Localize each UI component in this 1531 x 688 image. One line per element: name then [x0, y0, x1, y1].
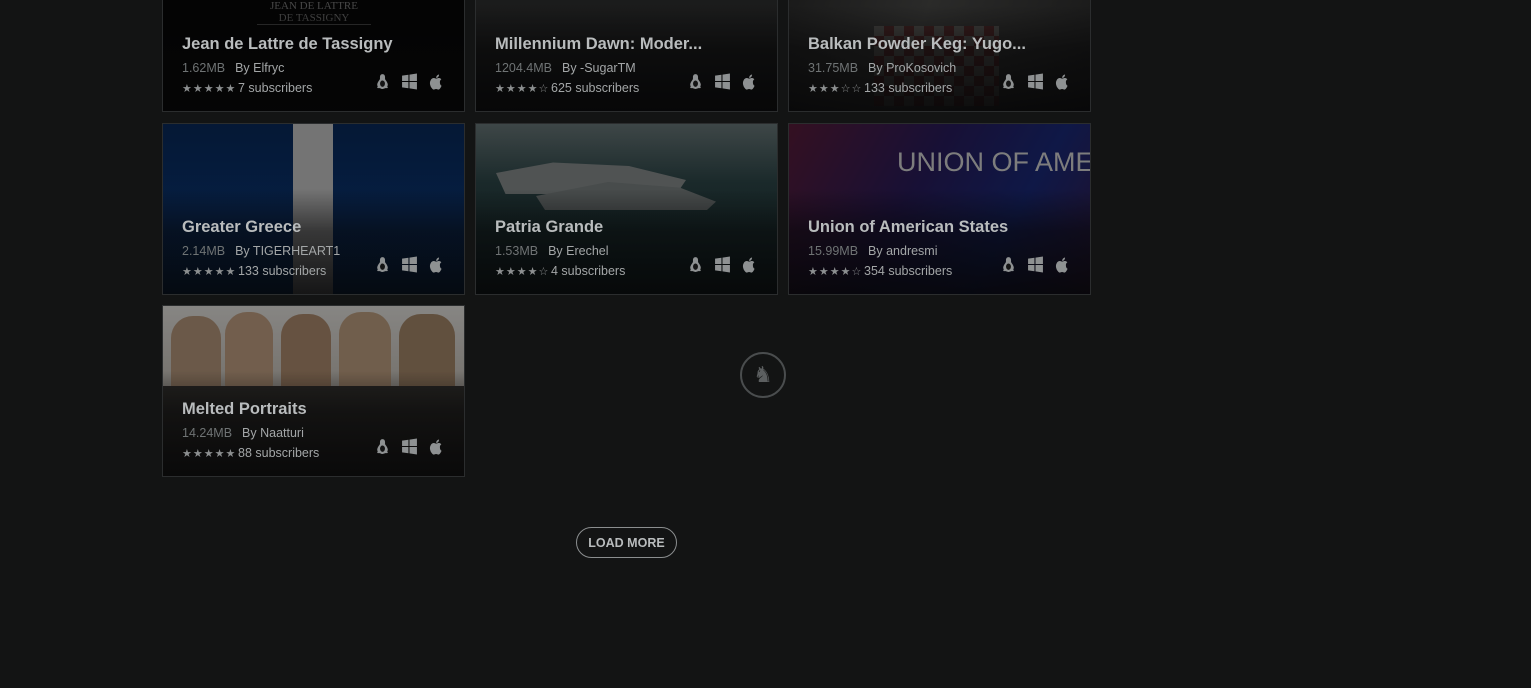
mod-title[interactable]: Jean de Lattre de Tassigny — [182, 35, 393, 54]
mod-subscribers: 7 subscribers — [238, 81, 313, 95]
apple-icon — [741, 256, 758, 273]
mod-info: Jean de Lattre de Tassigny 1.62MB By Elfr… — [182, 33, 450, 111]
os-icons — [374, 73, 445, 90]
mod-author[interactable]: By -SugarTM — [562, 61, 636, 75]
mod-info: Union of American States 15.99MB By andre… — [808, 216, 1076, 294]
mod-rating: ★★★★☆ — [495, 83, 550, 95]
windows-icon — [1027, 256, 1044, 273]
mod-author[interactable]: By TIGERHEART1 — [235, 244, 340, 258]
mod-size: 14.24MB — [182, 426, 233, 440]
mod-author[interactable]: By Elfryc — [235, 61, 284, 75]
windows-icon — [714, 73, 731, 90]
mod-subscribers: 4 subscribers — [551, 264, 626, 278]
loading-spinner-icon: ♞ — [740, 352, 786, 398]
mod-info: Greater Greece 2.14MB By TIGERHEART1 ★★★★… — [182, 216, 450, 294]
mod-card[interactable]: Millennium Dawn: Moder... 1204.4MB By -Su… — [475, 0, 778, 112]
os-icons — [1000, 256, 1071, 273]
mod-info: Balkan Powder Keg: Yugo... 31.75MB By Pro… — [808, 33, 1076, 111]
linux-icon — [374, 256, 391, 273]
mod-author[interactable]: By ProKosovich — [868, 61, 956, 75]
mod-card[interactable]: Greater Greece 2.14MB By TIGERHEART1 ★★★★… — [162, 123, 465, 295]
apple-icon — [428, 73, 445, 90]
mod-size: 2.14MB — [182, 244, 226, 258]
os-icons — [374, 256, 445, 273]
mod-title[interactable]: Greater Greece — [182, 218, 301, 237]
apple-icon — [1054, 256, 1071, 273]
os-icons — [1000, 73, 1071, 90]
linux-icon — [1000, 256, 1017, 273]
windows-icon — [401, 256, 418, 273]
mod-size: 1.53MB — [495, 244, 539, 258]
mod-card[interactable]: Balkan Powder Keg: Yugo... 31.75MB By Pro… — [788, 0, 1091, 112]
mod-card[interactable]: Patria Grande 1.53MB By Erechel ★★★★☆ 4 s… — [475, 123, 778, 295]
mod-author[interactable]: By Naatturi — [242, 426, 304, 440]
apple-icon — [1054, 73, 1071, 90]
mod-info: Millennium Dawn: Moder... 1204.4MB By -Su… — [495, 33, 763, 111]
mod-size: 31.75MB — [808, 61, 859, 75]
os-icons — [687, 73, 758, 90]
mod-info: Patria Grande 1.53MB By Erechel ★★★★☆ 4 s… — [495, 216, 763, 294]
mod-subscribers: 354 subscribers — [864, 264, 953, 278]
mod-author[interactable]: By andresmi — [868, 244, 937, 258]
windows-icon — [1027, 73, 1044, 90]
linux-icon — [687, 256, 704, 273]
mod-size: 1204.4MB — [495, 61, 552, 75]
mod-info: Melted Portraits 14.24MB By Naatturi ★★★★… — [182, 398, 450, 476]
linux-icon — [374, 438, 391, 455]
windows-icon — [401, 438, 418, 455]
windows-icon — [714, 256, 731, 273]
mod-card[interactable]: JEAN DE LATTRE DE TASSIGNY Jean de Lattr… — [162, 0, 465, 112]
mod-rating: ★★★★☆ — [495, 266, 550, 278]
mod-size: 15.99MB — [808, 244, 859, 258]
mod-card[interactable]: Melted Portraits 14.24MB By Naatturi ★★★★… — [162, 305, 465, 477]
mod-size: 1.62MB — [182, 61, 226, 75]
mod-title[interactable]: Balkan Powder Keg: Yugo... — [808, 35, 1026, 54]
linux-icon — [1000, 73, 1017, 90]
os-icons — [374, 438, 445, 455]
linux-icon — [374, 73, 391, 90]
mod-title[interactable]: Union of American States — [808, 218, 1008, 237]
linux-icon — [687, 73, 704, 90]
mod-card[interactable]: UNION OF AMERICAN Union of American Stat… — [788, 123, 1091, 295]
os-icons — [687, 256, 758, 273]
apple-icon — [428, 438, 445, 455]
mod-subscribers: 133 subscribers — [238, 264, 327, 278]
mod-rating: ★★★☆☆ — [808, 83, 863, 95]
load-more-button[interactable]: LOAD MORE — [576, 527, 677, 558]
mod-subscribers: 133 subscribers — [864, 81, 953, 95]
apple-icon — [741, 73, 758, 90]
mod-title[interactable]: Patria Grande — [495, 218, 603, 237]
mod-subscribers: 625 subscribers — [551, 81, 640, 95]
windows-icon — [401, 73, 418, 90]
mod-rating: ★★★★☆ — [808, 266, 863, 278]
mod-author[interactable]: By Erechel — [548, 244, 608, 258]
mod-title[interactable]: Melted Portraits — [182, 400, 307, 419]
mod-subscribers: 88 subscribers — [238, 446, 320, 460]
mod-title[interactable]: Millennium Dawn: Moder... — [495, 35, 702, 54]
mod-rating: ★★★★★ — [182, 266, 237, 278]
mod-rating: ★★★★★ — [182, 83, 237, 95]
mod-rating: ★★★★★ — [182, 448, 237, 460]
apple-icon — [428, 256, 445, 273]
